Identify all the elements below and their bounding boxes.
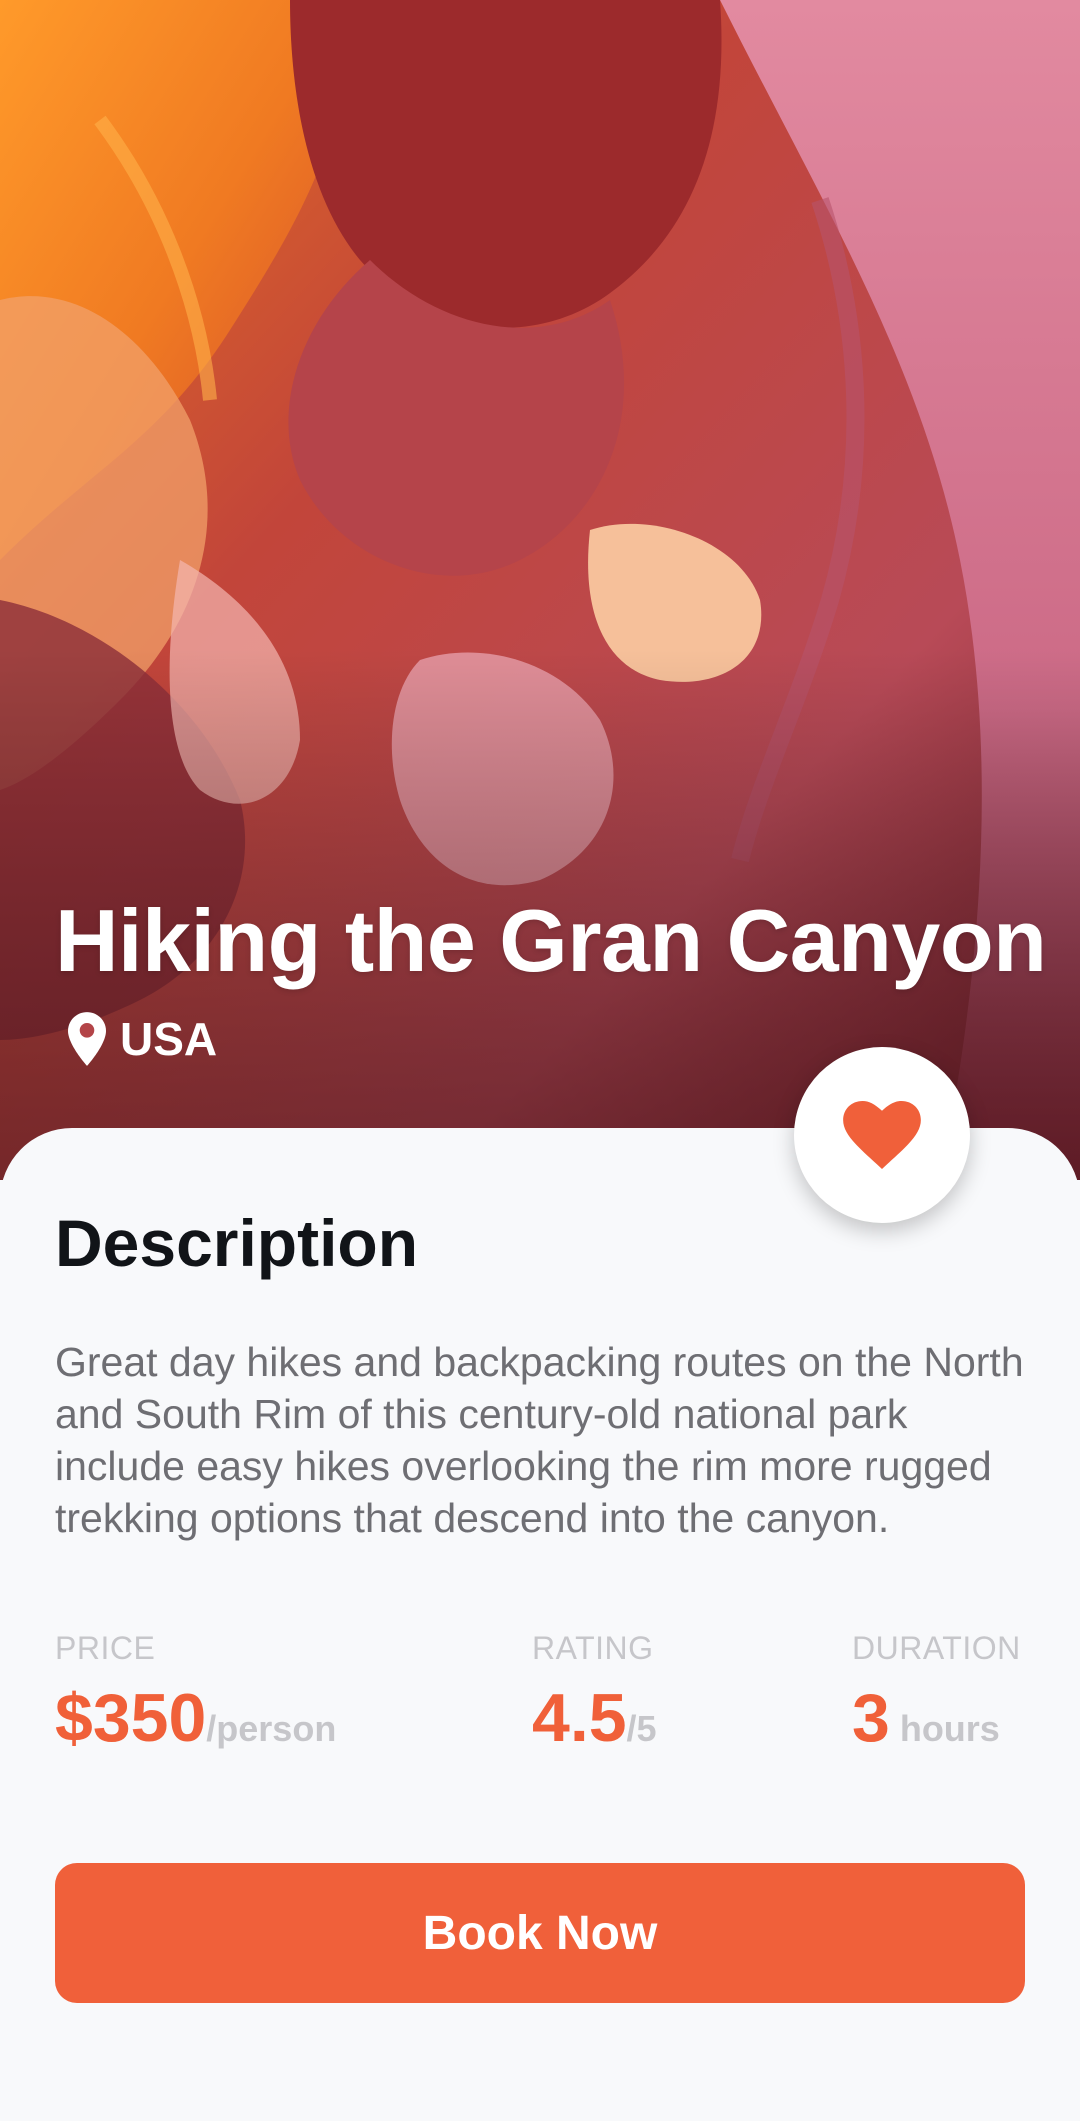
- description-text: Great day hikes and backpacking routes o…: [55, 1339, 1024, 1541]
- heart-icon: [843, 1101, 921, 1169]
- trip-title: Hiking the Gran Canyon: [55, 891, 1047, 990]
- rating-unit: /5: [626, 1708, 657, 1749]
- location: USA: [68, 1012, 217, 1066]
- canyon-photo: [0, 0, 1080, 1180]
- duration-value-row: 3 hours: [852, 1678, 1021, 1777]
- rating-value-row: 4.5/5: [532, 1678, 657, 1777]
- map-pin-icon: [68, 1012, 106, 1066]
- hero-image: Hiking the Gran Canyon USA: [0, 0, 1080, 1180]
- location-label: USA: [120, 1013, 218, 1065]
- book-now-button[interactable]: Book Now: [55, 1863, 1025, 2003]
- price-label: PRICE: [55, 1630, 156, 1666]
- price-value: $350: [55, 1680, 207, 1756]
- rating-stat: RATING 4.5/5: [532, 1628, 657, 1777]
- duration-stat: DURATION 3 hours: [852, 1628, 1021, 1777]
- duration-unit: hours: [889, 1708, 1000, 1749]
- rating-label: RATING: [532, 1630, 654, 1666]
- duration-label: DURATION: [852, 1630, 1021, 1666]
- rating-value: 4.5: [532, 1680, 627, 1756]
- duration-value: 3: [852, 1680, 890, 1756]
- price-stat: PRICE $350/person: [55, 1628, 336, 1777]
- price-unit: /person: [206, 1708, 337, 1749]
- price-value-row: $350/person: [55, 1678, 336, 1777]
- favorite-button[interactable]: [794, 1047, 970, 1223]
- description-heading: Description: [55, 1206, 419, 1280]
